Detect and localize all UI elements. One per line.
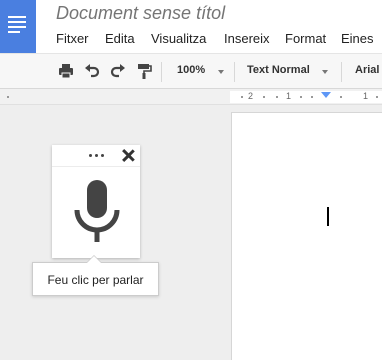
ruler: 2 1 1: [0, 89, 382, 105]
ruler-tick: [311, 96, 313, 98]
logo-line: [8, 21, 26, 23]
undo-icon[interactable]: [83, 62, 101, 80]
ruler-tick: [300, 96, 302, 98]
ruler-label: 1: [363, 91, 369, 101]
app-header: Document sense títol Fitxer Edita Visual…: [0, 0, 382, 53]
more-icon[interactable]: [89, 154, 105, 158]
ruler-tick: [263, 96, 265, 98]
menu-item-view[interactable]: Visualitza: [151, 31, 206, 46]
paragraph-style-select[interactable]: Text Normal: [247, 64, 310, 76]
tooltip-text: Feu clic per parlar: [47, 273, 144, 287]
docs-logo[interactable]: [0, 0, 36, 53]
chevron-down-icon[interactable]: [322, 70, 328, 74]
ruler-tick: [241, 96, 243, 98]
chevron-down-icon[interactable]: [218, 70, 224, 74]
font-select[interactable]: Arial: [355, 64, 379, 76]
indent-marker[interactable]: [321, 92, 331, 98]
menu-item-file[interactable]: Fitxer: [56, 31, 89, 46]
ruler-tick: [376, 96, 378, 98]
ruler-label: 1: [286, 91, 292, 101]
document-title[interactable]: Document sense títol: [56, 3, 225, 24]
zoom-select[interactable]: 100%: [177, 64, 205, 76]
logo-line: [8, 26, 26, 28]
close-icon[interactable]: [122, 149, 135, 162]
ruler-tick: [276, 96, 278, 98]
menu-item-insert[interactable]: Insereix: [224, 31, 270, 46]
text-cursor: [327, 207, 329, 226]
ruler-tick: [7, 96, 9, 98]
menu-item-format[interactable]: Format: [285, 31, 326, 46]
redo-icon[interactable]: [109, 62, 127, 80]
toolbar: 100% Text Normal Arial: [0, 53, 382, 89]
ruler-label: 2: [248, 91, 254, 101]
logo-line: [8, 16, 26, 18]
paint-format-icon[interactable]: [135, 62, 153, 80]
voice-panel-header: [52, 145, 140, 167]
print-icon[interactable]: [57, 62, 75, 80]
toolbar-separator: [234, 62, 235, 82]
tooltip-arrow: [87, 256, 101, 263]
voice-typing-panel: [52, 145, 140, 258]
menu-item-tools[interactable]: Eines: [341, 31, 374, 46]
toolbar-separator: [161, 62, 162, 82]
voice-typing-tooltip: Feu clic per parlar: [32, 255, 159, 296]
toolbar-separator: [341, 62, 342, 82]
ruler-tick: [340, 96, 342, 98]
microphone-icon[interactable]: [74, 180, 120, 242]
document-page[interactable]: [231, 112, 382, 360]
menu-item-edit[interactable]: Edita: [105, 31, 135, 46]
logo-line: [8, 31, 20, 33]
